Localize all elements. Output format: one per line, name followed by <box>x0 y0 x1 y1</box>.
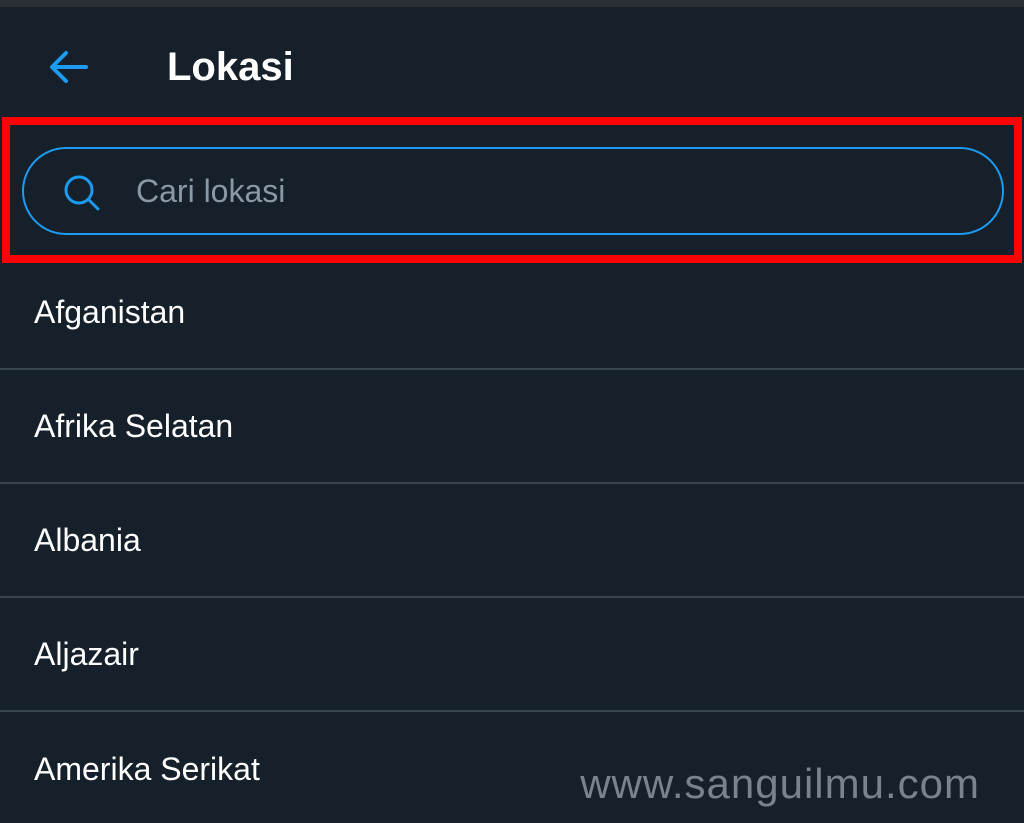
arrow-left-icon <box>50 51 88 83</box>
list-item-label: Afganistan <box>34 294 186 330</box>
list-item-label: Albania <box>34 522 141 558</box>
header: Lokasi <box>0 7 1024 117</box>
list-item-albania[interactable]: Albania <box>0 484 1024 598</box>
list-item-label: Aljazair <box>34 636 139 672</box>
list-item-label: Afrika Selatan <box>34 408 234 444</box>
list-item-afrika-selatan[interactable]: Afrika Selatan <box>0 370 1024 484</box>
list-item-aljazair[interactable]: Aljazair <box>0 598 1024 712</box>
location-list: Afganistan Afrika Selatan Albania Aljaza… <box>0 256 1024 823</box>
search-icon <box>64 175 100 211</box>
search-input[interactable] <box>136 161 976 221</box>
back-button[interactable] <box>40 43 96 91</box>
status-bar-strip <box>0 0 1024 7</box>
list-item-afganistan[interactable]: Afganistan <box>0 256 1024 370</box>
watermark-text: www.sanguilmu.com <box>580 760 980 807</box>
page-title: Lokasi <box>167 45 294 89</box>
search-field[interactable] <box>22 147 1004 235</box>
list-item-label: Amerika Serikat <box>34 751 260 787</box>
location-screen: Lokasi Afganistan Afrika Selatan Albania… <box>0 0 1024 823</box>
